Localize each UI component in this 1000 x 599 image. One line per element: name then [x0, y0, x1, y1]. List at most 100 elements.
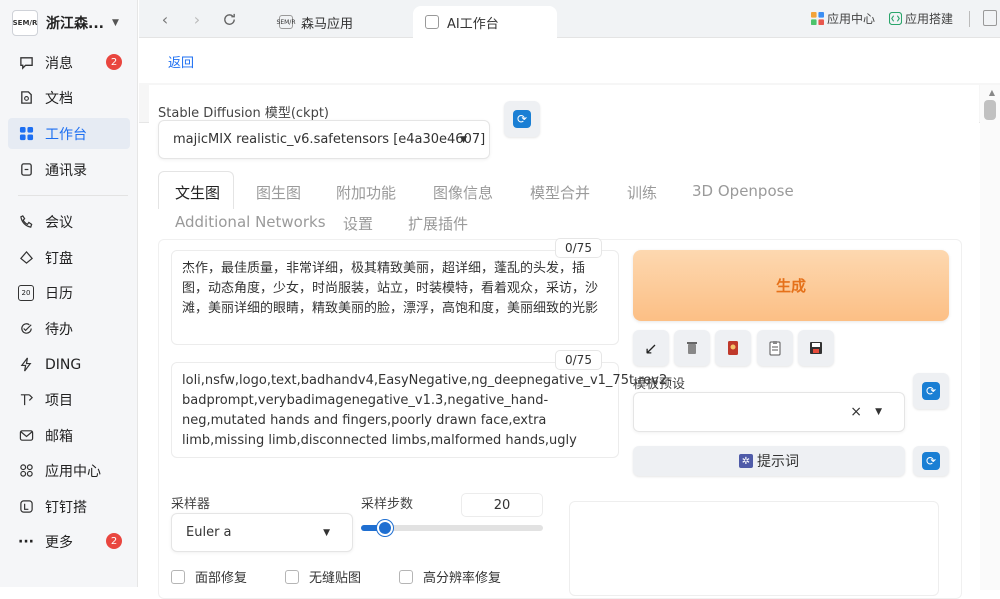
tab-label: 森马应用 [301, 13, 353, 32]
steps-slider-handle[interactable] [377, 520, 393, 536]
lightning-icon [18, 357, 34, 373]
clear-icon[interactable]: × [850, 404, 862, 420]
tab-train[interactable]: 训练 [627, 182, 657, 203]
save-icon[interactable] [798, 330, 834, 366]
sampler-label: 采样器 [171, 493, 210, 512]
checkbox-box[interactable] [171, 570, 185, 584]
sidebar-item-label: 通讯录 [45, 160, 87, 180]
sidebar-item-label: 消息 [45, 53, 73, 73]
refresh-model-button[interactable]: ⟳ [504, 101, 540, 137]
sidebar-item-messages[interactable]: 消息 2 [8, 47, 130, 78]
clipboard-icon[interactable] [757, 330, 793, 366]
gear-icon: ✲ [739, 454, 753, 468]
sidebar-divider [18, 195, 128, 196]
negative-token-counter: 0/75 [555, 350, 602, 370]
sidebar-item-label: 工作台 [45, 124, 87, 144]
tab-additional-networks[interactable]: Additional Networks [175, 213, 326, 231]
grid-icon [18, 126, 34, 142]
sampler-value: Euler a [186, 525, 232, 540]
prompt-textarea[interactable]: 杰作，最佳质量，非常详细，极其精致美丽，超详细，蓬乱的头发，插图，动态角度，少女… [171, 250, 619, 345]
sidebar-item-workbench[interactable]: 工作台 [8, 118, 130, 149]
sidebar-item-docs[interactable]: 文档 [8, 82, 130, 113]
forward-arrow-icon[interactable]: › [187, 9, 207, 29]
calendar-icon: 20 [18, 285, 34, 301]
sidebar-item-label: DING [45, 357, 81, 373]
phone-icon [18, 214, 34, 230]
steps-label: 采样步数 [361, 493, 413, 512]
sidebar-item-label: 项目 [45, 390, 73, 410]
back-arrow-icon[interactable]: ‹ [155, 9, 175, 29]
org-switcher[interactable]: SEM/R 浙江森... ▼ [12, 10, 137, 36]
sd-webui-panel: Stable Diffusion 模型(ckpt) majicMIX reali… [149, 85, 979, 590]
sidebar-item-mail[interactable]: 邮箱 [8, 420, 130, 451]
generate-button[interactable]: 生成 [633, 250, 949, 321]
refresh-icon: ⟳ [513, 110, 531, 128]
tips-button[interactable]: ✲ 提示词 [633, 446, 905, 476]
sidebar-item-contacts[interactable]: 通讯录 [8, 154, 130, 185]
trash-icon[interactable] [674, 330, 710, 366]
sidebar-item-calendar[interactable]: 20 日历 [8, 277, 130, 308]
window-icon[interactable] [983, 10, 997, 26]
project-icon [18, 392, 34, 408]
tab-txt2img[interactable]: 文生图 [175, 182, 220, 203]
tab-ai-workbench[interactable]: AI工作台 [413, 6, 557, 38]
tiling-checkbox[interactable]: 无缝贴图 [285, 567, 361, 586]
tab-img2img[interactable]: 图生图 [256, 182, 301, 203]
builder-icon [18, 499, 34, 515]
code-icon [889, 12, 902, 25]
sidebar-item-more[interactable]: ··· 更多 2 [8, 526, 130, 557]
refresh-icon[interactable] [219, 9, 239, 29]
tab-png-info[interactable]: 图像信息 [433, 182, 493, 203]
steps-input[interactable]: 20 [461, 493, 543, 517]
sidebar-item-label: 邮箱 [45, 426, 73, 446]
sidebar-item-builder[interactable]: 钉钉搭 [8, 491, 130, 522]
sidebar-item-label: 文档 [45, 88, 73, 108]
negative-prompt-textarea[interactable]: loli,nsfw,logo,text,badhandv4,EasyNegati… [171, 362, 619, 458]
refresh-tips-button[interactable]: ⟳ [913, 446, 949, 476]
tab-openpose[interactable]: 3D Openpose [692, 182, 794, 200]
output-gallery [569, 501, 939, 596]
sidebar-item-app-center[interactable]: 应用中心 [8, 455, 130, 486]
todo-icon [18, 321, 34, 337]
checkbox-box[interactable] [399, 570, 413, 584]
back-link[interactable]: 返回 [168, 52, 194, 71]
tips-label: 提示词 [757, 451, 799, 471]
model-select[interactable]: majicMIX realistic_v6.safetensors [e4a30… [158, 120, 490, 159]
sidebar-item-meeting[interactable]: 会议 [8, 206, 130, 237]
sidebar-item-drive[interactable]: 钉盘 [8, 242, 130, 273]
tab-semir-app[interactable]: SEM/R 森马应用 [267, 6, 407, 38]
app-builder-link[interactable]: 应用搭建 [889, 10, 953, 27]
tab-extensions[interactable]: 扩展插件 [408, 213, 468, 234]
sidebar-item-ding[interactable]: DING [8, 349, 130, 380]
scroll-up-icon[interactable]: ▲ [989, 88, 995, 97]
face-restore-checkbox[interactable]: 面部修复 [171, 567, 247, 586]
arrow-icon[interactable]: ↙ [633, 330, 669, 366]
scrollbar[interactable] [980, 85, 1000, 590]
template-label: 模板预设 [633, 373, 685, 392]
scrollbar-thumb[interactable] [984, 100, 996, 120]
card-icon[interactable] [715, 330, 751, 366]
chat-icon [18, 55, 34, 71]
refresh-template-button[interactable]: ⟳ [913, 373, 949, 409]
template-select[interactable]: × ▼ [633, 392, 905, 432]
checkbox-label: 无缝贴图 [309, 567, 361, 586]
main-content: 返回 Stable Diffusion 模型(ckpt) majicMIX re… [139, 38, 1000, 587]
hires-fix-checkbox[interactable]: 高分辨率修复 [399, 567, 501, 586]
apps-icon [18, 463, 34, 479]
sidebar-item-todo[interactable]: 待办 [8, 313, 130, 344]
sidebar-item-label: 钉钉搭 [45, 497, 87, 517]
sampler-select[interactable]: Euler a ▼ [171, 513, 353, 552]
app-builder-label: 应用搭建 [905, 10, 953, 27]
tab-merge[interactable]: 模型合并 [530, 182, 590, 203]
org-logo: SEM/R [12, 10, 38, 36]
app-center-link[interactable]: 应用中心 [811, 10, 875, 27]
unread-badge: 2 [106, 533, 122, 549]
checkbox-box[interactable] [285, 570, 299, 584]
chevron-down-icon: ▼ [460, 135, 467, 145]
cloud-icon [18, 250, 34, 266]
tab-extras[interactable]: 附加功能 [336, 182, 396, 203]
apps-icon [811, 12, 824, 25]
sidebar-item-projects[interactable]: 项目 [8, 384, 130, 415]
unread-badge: 2 [106, 54, 122, 70]
tab-settings[interactable]: 设置 [343, 213, 373, 234]
